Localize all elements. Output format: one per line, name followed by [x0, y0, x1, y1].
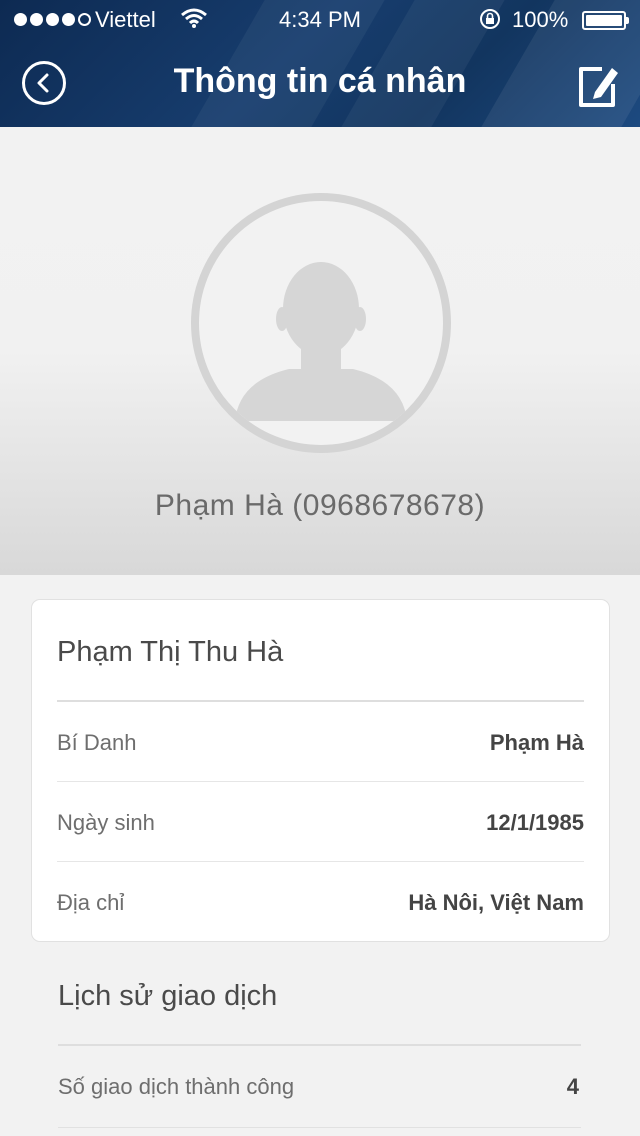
- battery-percent: 100%: [512, 7, 569, 32]
- success-count-label: Số giao dịch thành công: [58, 1074, 295, 1099]
- profile-section: Phạm Hà (0968678678): [0, 127, 640, 575]
- history-title: Lịch sử giao dịch: [58, 980, 278, 1012]
- address-label: Địa chỉ: [57, 890, 125, 915]
- divider: [58, 1127, 581, 1128]
- page-title: Thông tin cá nhân: [173, 62, 467, 100]
- personal-info-card: Phạm Thị Thu Hà Bí Danh Phạm Hà Ngày sin…: [31, 599, 610, 942]
- edit-button[interactable]: [576, 62, 620, 110]
- birthday-value: 12/1/1985: [486, 810, 584, 835]
- battery-icon: [582, 11, 629, 30]
- info-row-address: Địa chỉ Hà Nôi, Việt Nam: [57, 862, 584, 942]
- success-count-value: 4: [566, 1074, 579, 1099]
- avatar[interactable]: [191, 193, 451, 453]
- full-name: Phạm Thị Thu Hà: [57, 636, 284, 668]
- rotation-lock-icon: [478, 7, 502, 37]
- edit-icon: [579, 67, 618, 107]
- info-row-alias: Bí Danh Phạm Hà: [57, 702, 584, 782]
- status-bar: Viettel 4:34 PM 100%: [0, 0, 640, 40]
- birthday-label: Ngày sinh: [57, 810, 155, 835]
- user-silhouette-icon: [235, 262, 407, 421]
- history-row-success-count[interactable]: Số giao dịch thành công 4: [58, 1046, 581, 1128]
- info-row-birthday: Ngày sinh 12/1/1985: [57, 782, 584, 862]
- alias-label: Bí Danh: [57, 730, 137, 755]
- alias-value: Phạm Hà: [489, 730, 584, 755]
- profile-display-name: Phạm Hà (0968678678): [154, 489, 486, 522]
- header-bar: Viettel 4:34 PM 100% Thông tin cá nhân: [0, 0, 640, 127]
- address-value: Hà Nôi, Việt Nam: [408, 890, 584, 915]
